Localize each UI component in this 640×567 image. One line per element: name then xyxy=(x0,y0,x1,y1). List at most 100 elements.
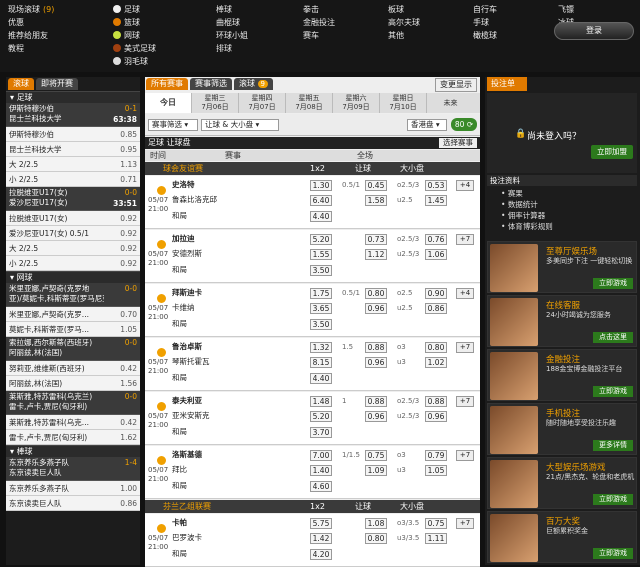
odds-row[interactable]: 雷卡,卢卡,贾尼(匈牙利) 1.62 xyxy=(6,430,140,445)
promo-banner[interactable]: 大型娱乐场游戏 21点/黑杰克、轮盘和老虎机 立即游戏 xyxy=(487,457,637,509)
odds-row[interactable]: 小 2/2.5 0.71 xyxy=(6,172,140,187)
odds-1x2[interactable]: 5.20 xyxy=(310,234,332,245)
odds-row[interactable]: 拉脱维亚U17(女) 0.92 xyxy=(6,211,140,226)
odds-handicap[interactable]: 0.96 xyxy=(365,303,387,314)
odds-total[interactable]: 0.76 xyxy=(425,234,447,245)
odds-1x2[interactable]: 1.32 xyxy=(310,342,332,353)
promo-banner[interactable]: 在线客服 24小时竭诚为您服务 点击这里 xyxy=(487,295,637,347)
league-header[interactable]: 球会友谊赛 1x2 让球 大小盘 xyxy=(145,162,480,175)
odds-1x2[interactable]: 5.75 xyxy=(310,518,332,529)
promo-banner[interactable]: 金融投注 188金宝博金融投注平台 立即游戏 xyxy=(487,349,637,401)
tab-inplay[interactable]: 滚球 9 xyxy=(234,78,274,90)
date-tab-2[interactable]: 星期五 7月08日 xyxy=(286,93,333,113)
odds-row[interactable]: 爱沙尼亚U17(女) 0.5/1 0.92 xyxy=(6,226,140,241)
more-markets-button[interactable]: +4 xyxy=(456,180,474,191)
league-header[interactable]: 芬兰乙组联赛 1x2 让球 大小盘 xyxy=(145,500,480,513)
tab-event-filter[interactable]: 赛事筛选 xyxy=(190,78,232,90)
odds-handicap[interactable]: 1.58 xyxy=(365,195,387,206)
info-link[interactable]: • 赛果 xyxy=(487,188,637,199)
odds-1x2[interactable]: 5.20 xyxy=(310,411,332,422)
odds-1x2[interactable]: 6.40 xyxy=(310,195,332,206)
nav-link-col6-2[interactable]: 橄榄球 xyxy=(473,29,497,42)
promo-button[interactable]: 立即游戏 xyxy=(593,548,633,559)
nav-link-col1-3[interactable]: 教程 xyxy=(8,42,54,55)
odds-1x2[interactable]: 4.20 xyxy=(310,549,332,560)
odds-total[interactable]: 1.45 xyxy=(425,195,447,206)
odds-row[interactable]: 莫妮卡,科斯蒂亚(罗马... 1.05 xyxy=(6,322,140,337)
odds-handicap[interactable]: 0.45 xyxy=(365,180,387,191)
event-filter-select[interactable]: 赛事筛选 ▾ xyxy=(148,119,198,131)
nav-link-col3-1[interactable]: 曲棍球 xyxy=(216,16,248,29)
section-soccer[interactable]: ▾ 足球 xyxy=(6,91,140,103)
info-link[interactable]: • 体育博彩规则 xyxy=(487,221,637,232)
info-link[interactable]: • 佣率计算器 xyxy=(487,210,637,221)
odds-total[interactable]: 0.79 xyxy=(425,450,447,461)
nav-link-col7-0[interactable]: 飞镖 xyxy=(558,3,574,16)
stats-icon[interactable] xyxy=(157,186,166,195)
nav-link-col6-1[interactable]: 手球 xyxy=(473,16,497,29)
odds-1x2[interactable]: 1.48 xyxy=(310,396,332,407)
odds-total[interactable]: 1.06 xyxy=(425,249,447,260)
date-tab-1[interactable]: 星期四 7月07日 xyxy=(239,93,286,113)
nav-link-col4-1[interactable]: 金融投注 xyxy=(303,16,335,29)
market-select[interactable]: 让球 & 大小盘 ▾ xyxy=(201,119,279,131)
odds-1x2[interactable]: 3.65 xyxy=(310,303,332,314)
promo-button[interactable]: 立即游戏 xyxy=(593,278,633,289)
promo-banner[interactable]: 百万大奖 巨额累积奖金 立即游戏 xyxy=(487,511,637,563)
odds-1x2[interactable]: 7.00 xyxy=(310,450,332,461)
odds-value[interactable]: 0.71 xyxy=(120,172,137,186)
nav-link-col3-3[interactable]: 排球 xyxy=(216,42,248,55)
more-markets-button[interactable]: +4 xyxy=(456,288,474,299)
odds-value[interactable]: 0.85 xyxy=(120,127,137,141)
tab-bet-slip[interactable]: 投注单 xyxy=(487,77,527,91)
promo-banner[interactable]: 手机投注 随时随地享受投注乐趣 更多详情 xyxy=(487,403,637,455)
odds-total[interactable]: 0.88 xyxy=(425,396,447,407)
stats-icon[interactable] xyxy=(157,348,166,357)
odds-1x2[interactable]: 1.75 xyxy=(310,288,332,299)
promo-button[interactable]: 立即游戏 xyxy=(593,386,633,397)
odds-total[interactable]: 0.53 xyxy=(425,180,447,191)
promo-button[interactable]: 点击这里 xyxy=(593,332,633,343)
odds-row[interactable]: 大 2/2.5 1.13 xyxy=(6,157,140,172)
odds-handicap[interactable]: 0.88 xyxy=(365,396,387,407)
odds-1x2[interactable]: 3.70 xyxy=(310,427,332,438)
odds-row[interactable]: 昆士兰科技大学 0.95 xyxy=(6,142,140,157)
odds-row[interactable]: 大 2/2.5 0.92 xyxy=(6,241,140,256)
odds-value[interactable]: 1.56 xyxy=(120,376,137,390)
odds-1x2[interactable]: 8.15 xyxy=(310,357,332,368)
live-match[interactable]: 米里亚娜,卢契奇(克罗地 亚)/莫妮卡,科斯蒂亚(罗马尼亚) 0-0 xyxy=(6,283,140,307)
nav-link-col5-2[interactable]: 其他 xyxy=(388,29,420,42)
odds-1x2[interactable]: 3.50 xyxy=(310,265,332,276)
nav-link-col2-2[interactable]: 网球 xyxy=(113,29,156,42)
odds-total[interactable]: 0.80 xyxy=(425,342,447,353)
more-markets-button[interactable]: +7 xyxy=(456,396,474,407)
nav-link-col1-1[interactable]: 优惠 xyxy=(8,16,54,29)
odds-value[interactable]: 0.92 xyxy=(120,241,137,255)
date-tab-3[interactable]: 星期六 7月09日 xyxy=(333,93,380,113)
odds-value[interactable]: 1.00 xyxy=(120,481,137,495)
live-match[interactable]: 伊斯特穆沙伯 昆士兰科技大学 0-1 63:38 xyxy=(6,103,140,127)
nav-link-col1-2[interactable]: 推荐给朋友 xyxy=(8,29,54,42)
more-markets-button[interactable]: +7 xyxy=(456,450,474,461)
odds-1x2[interactable]: 4.40 xyxy=(310,373,332,384)
odds-handicap[interactable]: 0.80 xyxy=(365,288,387,299)
stats-icon[interactable] xyxy=(157,402,166,411)
odds-total[interactable]: 0.75 xyxy=(425,518,447,529)
odds-1x2[interactable]: 1.40 xyxy=(310,465,332,476)
odds-handicap[interactable]: 0.88 xyxy=(365,342,387,353)
odds-1x2[interactable]: 1.30 xyxy=(310,180,332,191)
nav-link-col2-0[interactable]: 足球 xyxy=(113,3,156,16)
nav-link-col6-0[interactable]: 自行车 xyxy=(473,3,497,16)
odds-row[interactable]: 努莉亚,维维斯(西班牙) 0.42 xyxy=(6,361,140,376)
odds-value[interactable]: 1.13 xyxy=(120,157,137,171)
live-match[interactable]: 东京养乐多燕子队 东京读卖巨人队 1-4 xyxy=(6,457,140,481)
odds-handicap[interactable]: 1.12 xyxy=(365,249,387,260)
nav-link-col3-2[interactable]: 环球小姐 xyxy=(216,29,248,42)
more-markets-button[interactable]: +7 xyxy=(456,234,474,245)
odds-value[interactable]: 0.92 xyxy=(120,226,137,240)
tab-upcoming[interactable]: 即将开赛 xyxy=(36,78,78,90)
change-view-button[interactable]: 变更显示 xyxy=(435,78,477,92)
odds-value[interactable]: 1.05 xyxy=(120,322,137,336)
odds-row[interactable]: 伊斯特穆沙伯 0.85 xyxy=(6,127,140,142)
join-button[interactable]: 立即加盟 xyxy=(591,145,633,159)
